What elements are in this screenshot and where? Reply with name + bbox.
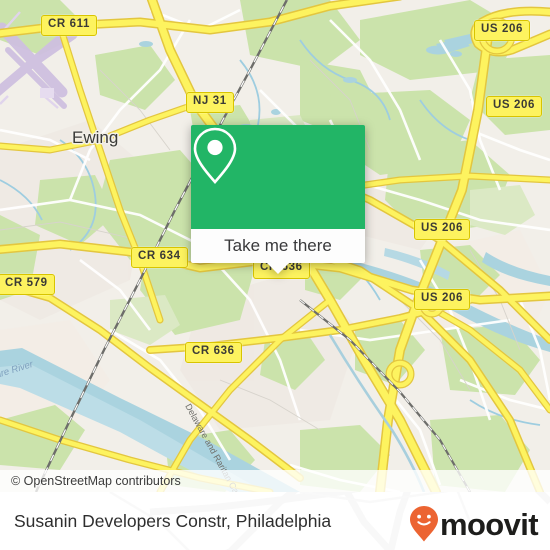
osm-attribution-text: © OpenStreetMap contributors [11,474,181,488]
take-me-there-button[interactable]: Take me there [191,229,365,274]
road-shield-nj-31: NJ 31 [186,92,234,113]
road-shield-cr-579: CR 579 [0,274,55,295]
place-label-ewing: Ewing [72,128,119,147]
road-shield-us-206-4: US 206 [414,289,470,310]
location-popup-card[interactable]: Take me there [191,125,365,274]
popup-header [191,125,365,229]
moovit-wordmark: moovit [439,506,539,542]
moovit-logo[interactable]: moovit [409,505,539,543]
moovit-map-screenshot: CR 611 NJ 31 US 206 US 206 US 206 US 206… [0,0,550,550]
road-shield-cr-636-2: CR 636 [185,342,242,363]
road-shield-cr-611: CR 611 [41,15,97,36]
road-shield-us-206-3: US 206 [414,219,470,240]
map-pin-icon [193,127,237,184]
popup-pointer [267,263,289,274]
road-shield-us-206-2: US 206 [486,96,542,117]
take-me-there-label: Take me there [224,236,332,255]
osm-attribution[interactable]: © OpenStreetMap contributors [0,470,550,492]
map-canvas[interactable]: CR 611 NJ 31 US 206 US 206 US 206 US 206… [0,0,550,492]
road-shield-us-206-1: US 206 [474,20,530,41]
road-shield-cr-634: CR 634 [131,247,188,268]
moovit-pin-icon [409,506,438,542]
bottom-info-bar: Susanin Developers Constr, Philadelphia … [0,492,550,550]
location-title: Susanin Developers Constr, Philadelphia [14,510,332,531]
